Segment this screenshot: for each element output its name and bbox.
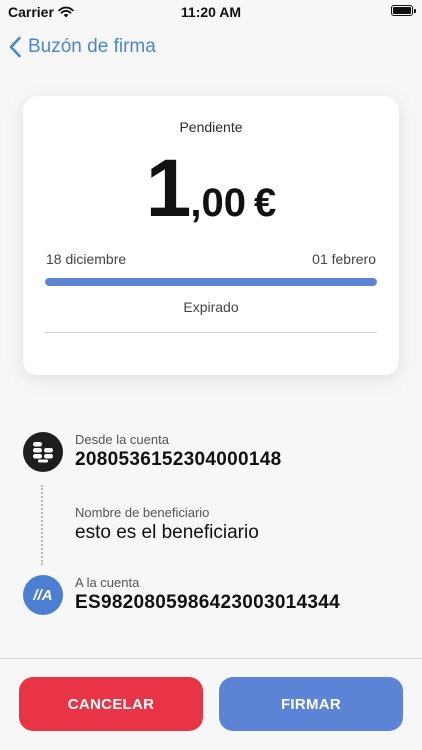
amount-decimal: ,00 [190,181,246,225]
amount-integer: 1 [145,143,192,234]
abanca-logo-text: //A [33,586,53,604]
progress-fill [45,278,377,286]
transfer-summary-card: Pendiente 1,00 € 18 diciembre 01 febrero … [23,96,399,375]
bottom-divider [0,658,422,659]
source-account-label: Desde la cuenta [75,432,169,447]
beneficiary-label: Nombre de beneficiario [75,505,210,520]
start-date: 18 diciembre [46,251,127,267]
abanca-logo-icon: //A [23,575,63,615]
divider [45,332,377,333]
beneficiary-name: esto es el beneficiario [75,522,259,543]
sign-button[interactable]: FIRMAR [219,677,403,731]
expiry-progress-bar [45,278,377,286]
end-date: 01 febrero [312,251,376,267]
expiry-status: Expirado [183,299,239,315]
clock: 11:20 AM [180,4,242,20]
destination-account-label: A la cuenta [75,575,140,590]
bank-icon [23,432,63,472]
cancel-button[interactable]: CANCELAR [19,677,203,731]
status-bar: Carrier 11:20 AM [0,0,422,24]
back-title: Buzón de firma [28,36,156,57]
destination-account-number: ES9820805986423003014344 [75,592,341,613]
back-button[interactable]: Buzón de firma [8,32,156,62]
chevron-left-icon [8,36,22,58]
dotted-connector [41,485,43,565]
status-label: Pendiente [179,119,243,135]
amount: 1,00 € [23,142,399,236]
currency-symbol: € [253,181,277,225]
source-account-number: 2080536152304000148 [75,449,282,470]
battery-icon [391,5,416,16]
